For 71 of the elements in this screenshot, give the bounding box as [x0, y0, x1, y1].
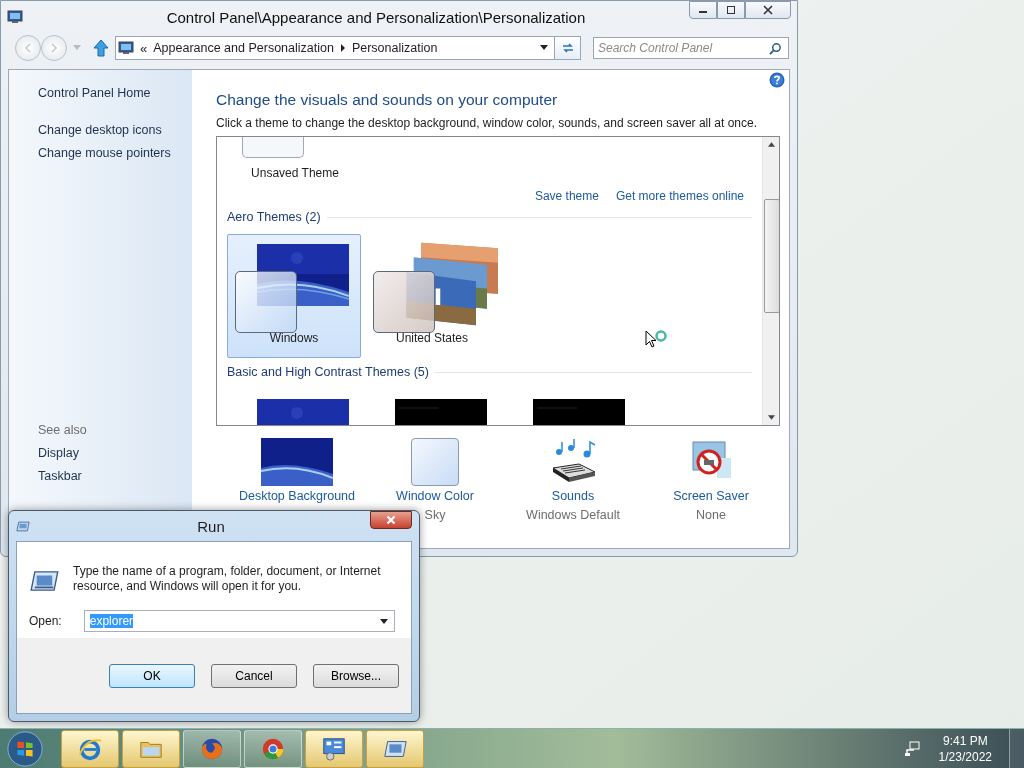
- scroll-up-icon[interactable]: [767, 142, 775, 147]
- scroll-thumb[interactable]: [763, 199, 779, 313]
- search-field[interactable]: Search Control Panel: [593, 37, 789, 59]
- dialog-button[interactable]: OK: [109, 663, 195, 688]
- taskbar-app[interactable]: [305, 729, 363, 768]
- dialog-title: Run: [197, 517, 225, 535]
- dialog-button[interactable]: Cancel: [211, 663, 297, 688]
- setting-link[interactable]: Screen Saver: [673, 489, 749, 503]
- monitor-icon: [118, 40, 134, 56]
- help-icon[interactable]: [769, 72, 785, 88]
- taskbar-app[interactable]: [61, 729, 119, 768]
- window-color-swatch: [235, 271, 297, 333]
- sidebar-link[interactable]: Taskbar: [38, 465, 82, 488]
- minimize-button[interactable]: [689, 1, 717, 19]
- monitor-icon: [7, 9, 23, 25]
- see-also-heading: See also: [38, 422, 87, 439]
- up-arrow-icon[interactable]: [93, 39, 109, 57]
- theme-name[interactable]: Unsaved Theme: [251, 166, 339, 180]
- page-heading: Change the visuals and sounds on your computer: [216, 91, 559, 109]
- group-heading: Aero Themes (2): [227, 210, 321, 224]
- address-bar[interactable]: « Appearance and Personalization Personalization: [115, 36, 581, 60]
- refresh-button[interactable]: [554, 37, 580, 59]
- close-icon: [386, 515, 396, 525]
- show-desktop-button[interactable]: [1009, 728, 1024, 768]
- theme-name[interactable]: United States: [395, 331, 468, 345]
- window-color-swatch[interactable]: [411, 438, 459, 486]
- breadcrumb[interactable]: Personalization: [351, 41, 438, 55]
- dialog-message: Type the name of a program, folder, document, or Internet resource, and Windows will open it for you.: [73, 564, 382, 594]
- setting-link[interactable]: Desktop Background: [238, 489, 355, 503]
- taskbar-app[interactable]: [366, 729, 424, 768]
- window-title: Control Panel\Appearance and Personalization\Personalization: [165, 8, 587, 26]
- maximize-icon: [726, 5, 736, 15]
- dialog-button[interactable]: Browse...: [313, 663, 399, 688]
- sidebar-link[interactable]: Change desktop icons: [38, 119, 162, 142]
- taskbar-app[interactable]: [122, 729, 180, 768]
- setting-link[interactable]: Sounds: [551, 489, 595, 503]
- theme-item[interactable]: Windows: [227, 234, 361, 358]
- theme-item[interactable]: United States: [365, 234, 499, 358]
- run-icon: [29, 570, 59, 592]
- breadcrumb-overflow[interactable]: «: [140, 40, 148, 56]
- setting-value: Sky: [424, 508, 446, 522]
- maximize-button[interactable]: [717, 1, 745, 19]
- page-description: Click a theme to change the desktop background, window color, sounds, and screen saver all at once.: [216, 116, 758, 130]
- dropdown-icon[interactable]: [540, 45, 548, 51]
- sidebar-link[interactable]: Display: [38, 442, 79, 465]
- breadcrumb[interactable]: Appearance and Personalization: [153, 41, 334, 55]
- setting-link[interactable]: Window Color: [396, 489, 474, 503]
- scrollbar[interactable]: [762, 137, 779, 425]
- run-icon: [16, 520, 30, 532]
- clock[interactable]: 9:41 PM 1/23/2022: [938, 732, 992, 765]
- refresh-icon: [560, 41, 575, 55]
- start-button[interactable]: [6, 729, 44, 768]
- setting-value: Windows Default: [526, 508, 620, 522]
- scroll-down-icon[interactable]: [767, 415, 775, 420]
- open-label: Open:: [29, 614, 62, 628]
- control-panel-icon: [321, 735, 347, 762]
- chevron-icon[interactable]: [339, 44, 346, 52]
- close-icon: [763, 5, 773, 15]
- window-color-swatch: [373, 271, 435, 333]
- close-button[interactable]: [370, 511, 412, 529]
- theme-thumbnail[interactable]: [242, 137, 304, 158]
- theme-name[interactable]: Windows: [269, 331, 319, 345]
- network-icon[interactable]: [903, 740, 920, 757]
- theme-link[interactable]: Save theme: [534, 189, 599, 203]
- setting-value: None: [696, 508, 726, 522]
- sidebar-link[interactable]: Change mouse pointers: [38, 142, 171, 165]
- group-heading: Basic and High Contrast Themes (5): [227, 365, 429, 379]
- sidebar-link[interactable]: Control Panel Home: [38, 82, 151, 105]
- search-icon[interactable]: [769, 42, 782, 55]
- dropdown-icon[interactable]: [380, 618, 388, 624]
- theme-link[interactable]: Get more themes online: [615, 189, 744, 203]
